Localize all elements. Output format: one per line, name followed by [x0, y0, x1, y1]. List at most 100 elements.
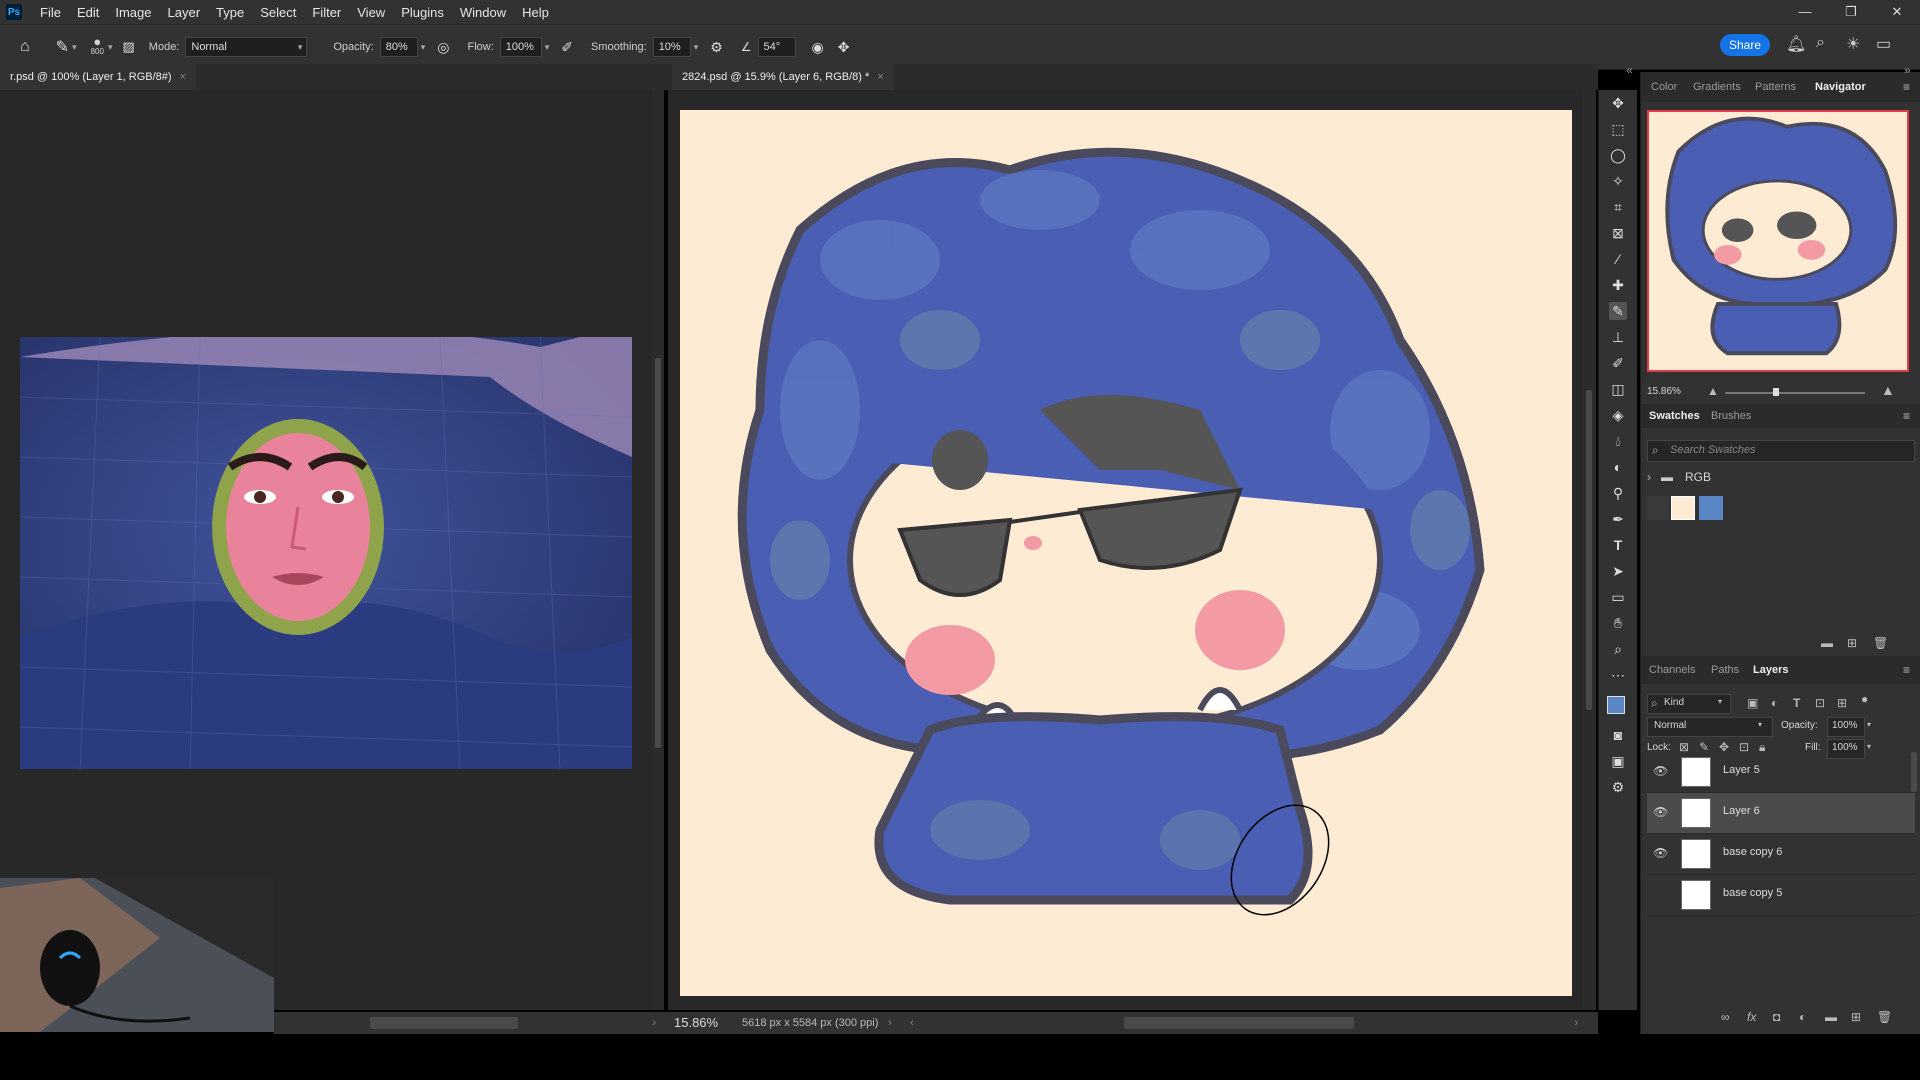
layer-name[interactable]: Layer 6	[1723, 805, 1760, 817]
menu-select[interactable]: Select	[252, 5, 304, 20]
zoom-slider[interactable]	[1725, 392, 1865, 394]
path-selection-tool-icon[interactable]: ➤	[1609, 562, 1627, 580]
menu-plugins[interactable]: Plugins	[393, 5, 452, 20]
left-vertical-scrollbar[interactable]	[652, 90, 664, 1010]
left-vscroll-thumb[interactable]	[655, 358, 661, 748]
main-vertical-scrollbar[interactable]	[1582, 90, 1596, 1010]
navigator-preview[interactable]	[1647, 110, 1909, 372]
brush-size-picker[interactable]: ● 800	[91, 35, 104, 57]
blur-tool-icon[interactable]: 💧︎	[1609, 432, 1627, 450]
close-button[interactable]: ✕	[1874, 0, 1920, 24]
filter-pixel-icon[interactable]: ▣	[1747, 696, 1758, 710]
collapse-panels-icon[interactable]: «	[1626, 63, 1633, 77]
filter-adjustment-icon[interactable]: ◐	[1771, 696, 1778, 710]
chevron-down-icon[interactable]: ▾	[1867, 720, 1871, 729]
filter-type-icon[interactable]: T	[1793, 696, 1800, 710]
scroll-right-icon[interactable]: ›	[652, 1012, 656, 1034]
layer-kind-filter[interactable]: ⌕ Kind ▾	[1647, 694, 1731, 714]
layer-blend-mode[interactable]: Normal ▾	[1647, 717, 1773, 737]
menu-filter[interactable]: Filter	[304, 5, 349, 20]
swatch-search-field[interactable]: ⌕ Search Swatches	[1647, 440, 1915, 462]
layer-name[interactable]: base copy 5	[1723, 887, 1782, 899]
layer-row[interactable]: 👁︎ Layer 6	[1647, 793, 1915, 834]
layer-row[interactable]: base copy 5	[1647, 875, 1915, 916]
visibility-eye-icon[interactable]	[1653, 887, 1667, 901]
menu-view[interactable]: View	[349, 5, 393, 20]
tab-navigator[interactable]: Navigator	[1815, 72, 1866, 102]
new-group-icon[interactable]: ▬	[1821, 636, 1833, 650]
menu-layer[interactable]: Layer	[160, 5, 209, 20]
main-vscroll-thumb[interactable]	[1586, 390, 1592, 710]
navigator-zoom-value[interactable]: 15.86%	[1647, 386, 1681, 397]
opacity-chevron-icon[interactable]: ▾	[421, 42, 426, 53]
expand-panels-icon[interactable]: »	[1904, 63, 1911, 77]
layer-row[interactable]: 👁︎ Layer 5	[1647, 752, 1915, 793]
stamp-tool-icon[interactable]: ⊥	[1609, 328, 1627, 346]
eyedropper-tool-icon[interactable]: ⁄	[1609, 250, 1627, 268]
layers-scroll-thumb[interactable]	[1911, 752, 1917, 792]
layer-row[interactable]: 👁︎ base copy 6	[1647, 834, 1915, 875]
tab-gradients[interactable]: Gradients	[1693, 72, 1741, 102]
flow-input[interactable]: 100%	[499, 37, 542, 57]
tab-right-document[interactable]: 2824.psd @ 15.9% (Layer 6, RGB/8) * ×	[672, 64, 894, 90]
document-info[interactable]: 5618 px x 5584 px (300 ppi)	[742, 1012, 878, 1034]
smoothing-input[interactable]: 10%	[652, 37, 691, 57]
main-hscroll-thumb[interactable]	[1124, 1017, 1354, 1029]
layer-name[interactable]: base copy 6	[1723, 846, 1782, 858]
smoothing-chevron-icon[interactable]: ▾	[694, 42, 699, 53]
chevron-right-icon[interactable]: ›	[1647, 470, 1651, 484]
pen-tool-icon[interactable]: ✒	[1609, 510, 1627, 528]
history-brush-tool-icon[interactable]: ✐	[1609, 354, 1627, 372]
new-swatch-icon[interactable]: ⊞	[1847, 636, 1857, 650]
eraser-tool-icon[interactable]: ◫	[1609, 380, 1627, 398]
edit-toolbar-icon[interactable]: ⚙	[1609, 778, 1627, 796]
zoom-in-icon[interactable]: ▲	[1881, 382, 1895, 398]
layer-mask-icon[interactable]: ◘	[1773, 1010, 1780, 1024]
menu-type[interactable]: Type	[208, 5, 252, 20]
chevron-down-icon[interactable]: ▾	[1867, 742, 1871, 751]
flow-chevron-icon[interactable]: ▾	[545, 42, 550, 53]
visibility-eye-icon[interactable]: 👁︎	[1653, 846, 1668, 860]
filter-toggle-icon[interactable]: ●	[1861, 692, 1868, 706]
tab-patterns[interactable]: Patterns	[1755, 72, 1796, 102]
adjustment-layer-icon[interactable]: ◐	[1799, 1010, 1806, 1024]
search-icon[interactable]: ⌕	[1816, 34, 1825, 52]
tab-swatches[interactable]: Swatches	[1649, 404, 1700, 428]
crop-tool-icon[interactable]: ⌗	[1609, 198, 1627, 216]
gear-icon[interactable]: ⚙	[710, 39, 723, 56]
rectangle-tool-icon[interactable]: ▭	[1609, 588, 1627, 606]
menu-window[interactable]: Window	[452, 5, 514, 20]
brush-panel-toggle[interactable]: ▨	[123, 39, 135, 55]
dodge-tool-icon[interactable]: ◐	[1609, 458, 1627, 476]
zoom-slider-handle[interactable]	[1773, 388, 1779, 396]
type-tool-icon[interactable]: T	[1609, 536, 1627, 554]
layer-name[interactable]: Layer 5	[1723, 764, 1760, 776]
airbrush-icon[interactable]: ✐	[561, 39, 573, 56]
bell-icon[interactable]: 🔔︎	[1786, 34, 1806, 54]
panel-menu-icon[interactable]: ≡	[1903, 409, 1910, 423]
share-button[interactable]: Share	[1720, 34, 1770, 56]
menu-edit[interactable]: Edit	[69, 5, 107, 20]
panel-menu-icon[interactable]: ≡	[1903, 663, 1910, 677]
pressure-opacity-icon[interactable]: ◎	[437, 39, 449, 56]
brush-tool-preset[interactable]: ✎ ▾	[56, 37, 77, 57]
new-layer-icon[interactable]: ⊞	[1851, 1010, 1861, 1024]
lasso-tool-icon[interactable]: ◯	[1609, 146, 1627, 164]
discover-icon[interactable]: ☀	[1846, 34, 1860, 54]
zoom-level[interactable]: 15.86%	[674, 1012, 718, 1034]
scroll-left-icon[interactable]: ‹	[910, 1012, 914, 1034]
frame-tool-icon[interactable]: ⊠	[1609, 224, 1627, 242]
restore-button[interactable]: ❐	[1828, 0, 1874, 24]
paint-bucket-tool-icon[interactable]: ◈	[1609, 406, 1627, 424]
hand-tool-icon[interactable]: ✋︎	[1609, 614, 1627, 632]
visibility-eye-icon[interactable]: 👁︎	[1653, 805, 1668, 819]
brush-size-chevron-icon[interactable]: ▾	[108, 42, 113, 53]
mode-dropdown[interactable]: Normal ▾	[185, 37, 308, 57]
panel-menu-icon[interactable]: ≡	[1903, 80, 1910, 94]
pressure-size-icon[interactable]: ◉	[812, 39, 824, 56]
tab-paths[interactable]: Paths	[1711, 656, 1739, 684]
link-layers-icon[interactable]: ∞	[1721, 1010, 1730, 1024]
minimize-button[interactable]: —	[1782, 0, 1828, 24]
smudge-tool-icon[interactable]: ⚲	[1609, 484, 1627, 502]
zoom-tool-icon[interactable]: ⌕	[1609, 640, 1627, 658]
